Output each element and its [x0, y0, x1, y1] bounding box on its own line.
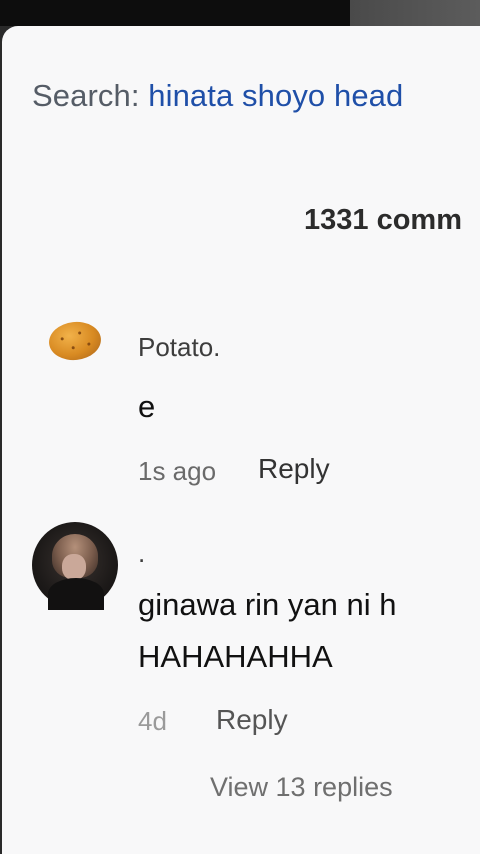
comment-text: e	[138, 389, 156, 424]
comments-count: 1331 comm	[304, 204, 462, 236]
comments-sheet: Search: hinata shoyo head 1331 comm Pota…	[2, 26, 480, 854]
search-suggestion[interactable]: Search: hinata shoyo head	[32, 78, 403, 114]
comment-timestamp: 4d	[138, 706, 167, 736]
user-avatar-icon[interactable]	[32, 522, 118, 610]
search-query-link[interactable]: hinata shoyo head	[148, 78, 403, 113]
comment-username[interactable]: .	[138, 538, 145, 569]
search-label: Search:	[32, 78, 140, 113]
comment-username[interactable]: Potato.	[138, 332, 220, 363]
comment-timestamp: 1s ago	[138, 456, 217, 486]
reply-button[interactable]: Reply	[258, 453, 330, 485]
video-top-strip	[0, 0, 480, 26]
comment-text-line-2: HAHAHAHHA	[138, 639, 333, 674]
video-thumbnail[interactable]	[350, 0, 480, 26]
comment-text-line-1: ginawa rin yan ni h	[138, 587, 397, 622]
potato-avatar-icon[interactable]	[47, 319, 103, 363]
reply-button[interactable]: Reply	[216, 704, 288, 736]
view-replies-button[interactable]: View 13 replies	[210, 772, 393, 803]
